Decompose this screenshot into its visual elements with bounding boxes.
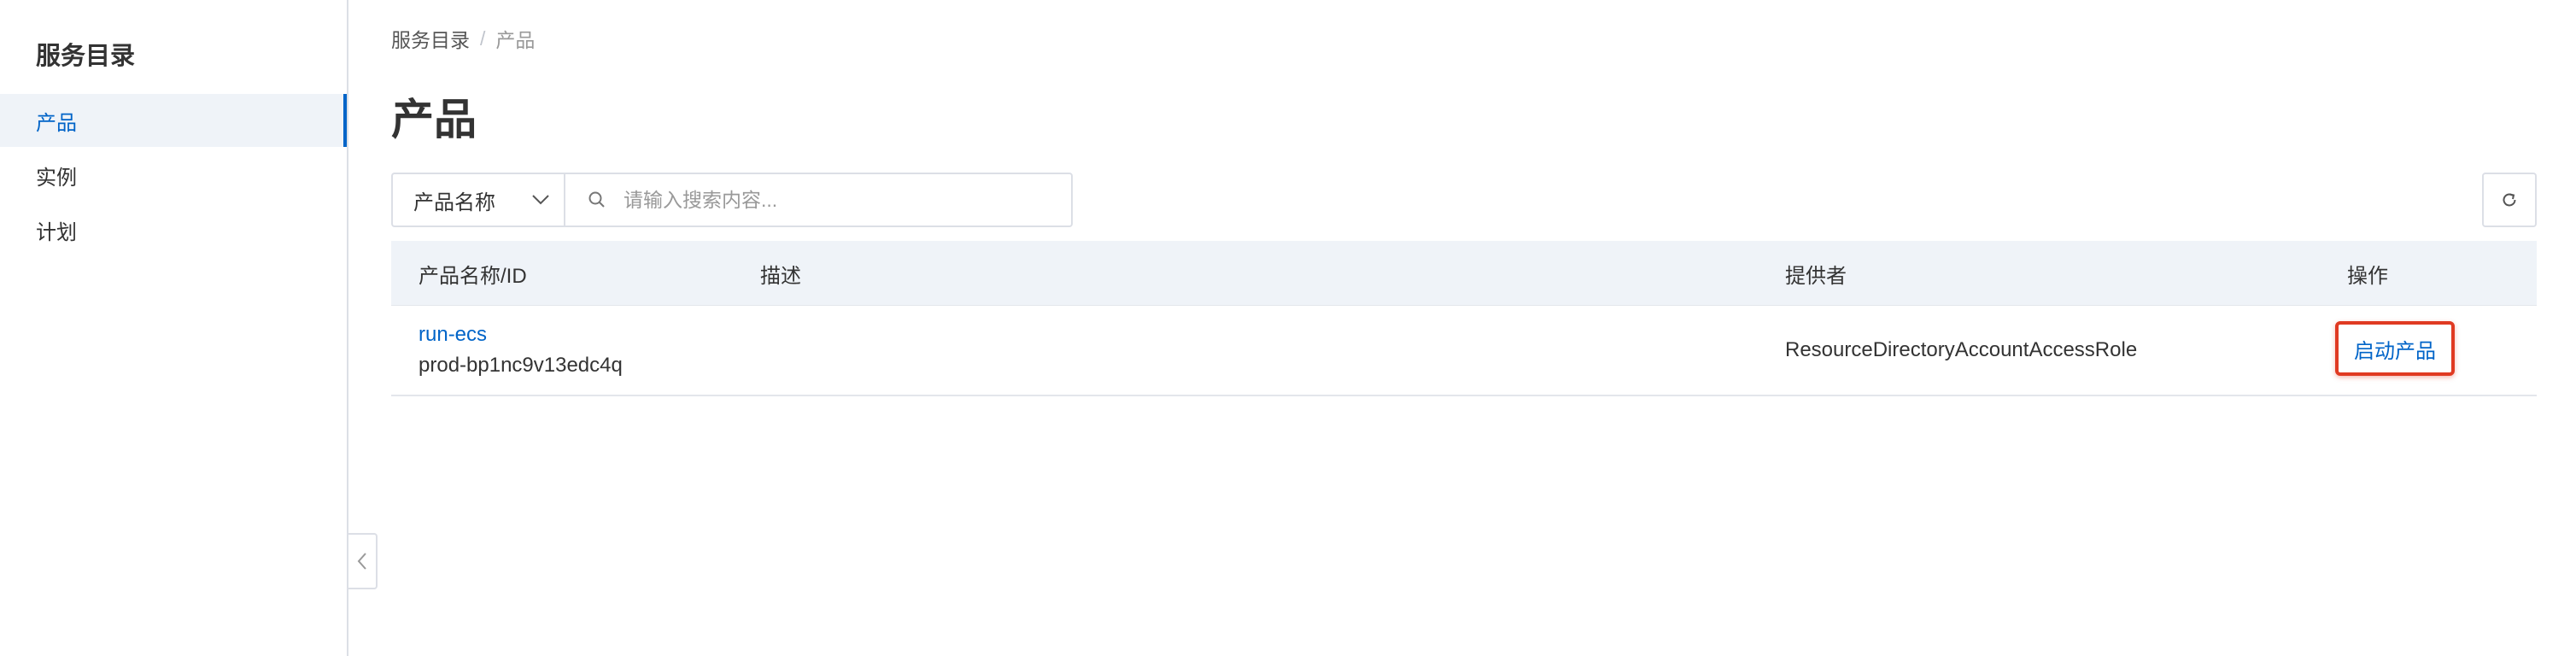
- sidebar-item-plans[interactable]: 计划: [0, 203, 347, 256]
- chevron-down-icon: [532, 195, 549, 205]
- table-row: run-ecs prod-bp1nc9v13edc4q ResourceDire…: [391, 306, 2537, 396]
- filter-bar: 产品名称: [391, 173, 1073, 227]
- sidebar-item-label: 实例: [36, 166, 77, 190]
- search-icon: [588, 191, 605, 208]
- breadcrumb-root[interactable]: 服务目录: [391, 24, 470, 53]
- launch-product-button[interactable]: 启动产品: [2335, 321, 2455, 376]
- sidebar-title: 服务目录: [36, 43, 136, 70]
- product-name-link[interactable]: run-ecs: [419, 323, 487, 347]
- column-header-actions: 操作: [2347, 264, 2388, 288]
- filter-field-select[interactable]: 产品名称: [391, 173, 564, 227]
- sidebar: 服务目录 产品 实例 计划: [0, 0, 348, 656]
- filter-field-value: 产品名称: [413, 190, 495, 214]
- column-header-description: 描述: [760, 264, 801, 288]
- search-box: [564, 173, 1073, 227]
- column-header-provider: 提供者: [1785, 264, 1847, 288]
- sidebar-item-label: 计划: [36, 220, 77, 244]
- main-content: 服务目录 / 产品 产品 产品名称 请输入搜索内容... 产品名称/ID 描述 …: [350, 0, 2576, 656]
- products-table: 产品名称/ID 描述 提供者 操作 run-ecs prod-bp1nc9v13…: [391, 241, 2537, 396]
- breadcrumb-separator: /: [480, 26, 486, 50]
- search-input[interactable]: [624, 188, 1068, 212]
- app-root: 服务目录 产品 实例 计划 服务目录 / 产品 产品 产品名称 请输入搜索内容.…: [0, 0, 2576, 656]
- column-header-name: 产品名称/ID: [419, 264, 527, 288]
- sidebar-item-label: 产品: [36, 111, 77, 135]
- product-id: prod-bp1nc9v13edc4q: [419, 354, 623, 377]
- table-header: 产品名称/ID 描述 提供者 操作: [391, 241, 2537, 306]
- page-title: 产品: [391, 96, 477, 144]
- breadcrumb-current: 产品: [495, 29, 536, 51]
- product-provider: ResourceDirectoryAccountAccessRole: [1785, 338, 2138, 361]
- sidebar-item-products[interactable]: 产品: [0, 94, 347, 147]
- refresh-icon: [2503, 193, 2516, 207]
- sidebar-item-instances[interactable]: 实例: [0, 149, 347, 202]
- breadcrumb: 服务目录 / 产品: [391, 24, 535, 53]
- refresh-button[interactable]: [2482, 173, 2537, 227]
